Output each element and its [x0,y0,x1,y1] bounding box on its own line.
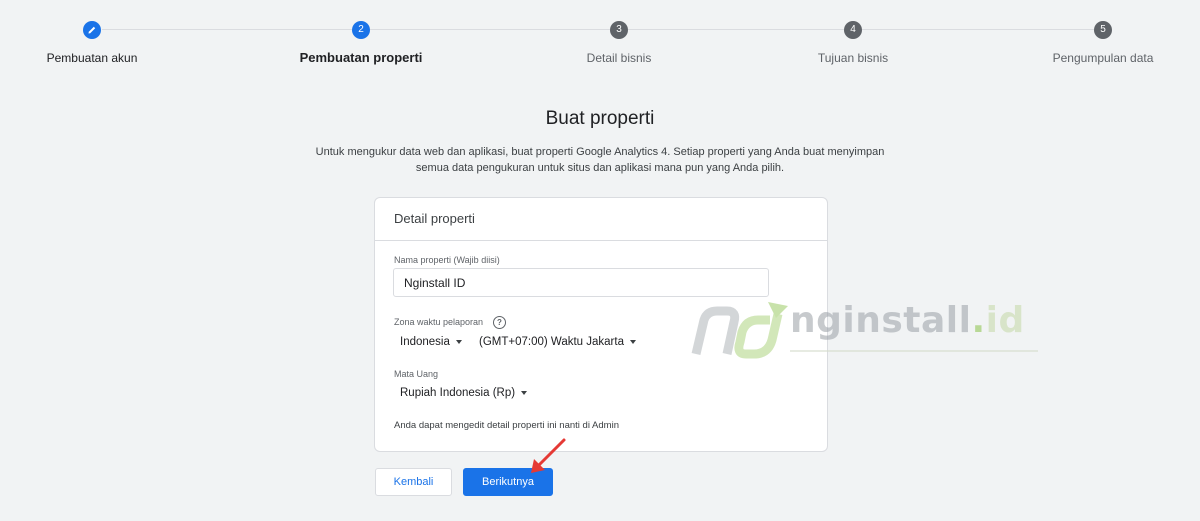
step-4-label: Tujuan bisnis [817,51,889,65]
watermark-underline [790,350,1038,352]
progress-stepper: Pembuatan akun 2 Pembuatan properti 3 De… [0,0,1200,80]
nginstall-logo-icon [691,302,788,359]
red-arrow-icon [531,438,566,473]
step-1-label[interactable]: Pembuatan akun [47,51,138,65]
watermark-text: nginstall.id [790,300,1025,341]
page-title: Buat properti [545,108,655,129]
watermark-id: id [985,300,1025,341]
caret-down-icon [521,391,528,395]
description-line-2: semua data pengukuran untuk situs dan ap… [415,162,785,174]
nginstall-watermark: nginstall.id [690,296,1040,364]
currency-label: Mata Uang [394,369,439,379]
timezone-label: Zona waktu pelaporan [394,317,484,327]
step-connector [628,29,844,30]
currency-select-value: Rupiah Indonesia (Rp) [400,387,516,399]
country-select[interactable]: Indonesia [400,336,462,348]
back-button[interactable]: Kembali [375,468,452,496]
page-description: Untuk mengukur data web dan aplikasi, bu… [290,144,910,176]
step-1-indicator[interactable] [83,21,101,39]
caret-down-icon [629,340,636,344]
caret-down-icon [455,340,462,344]
timezone-select-value: (GMT+07:00) Waktu Jakarta [479,336,624,348]
currency-select[interactable]: Rupiah Indonesia (Rp) [400,387,528,399]
step-connector [370,29,610,30]
step-5-indicator: 5 [1094,21,1112,39]
country-select-value: Indonesia [400,336,450,348]
watermark-dot: . [971,300,986,341]
step-2-label[interactable]: Pembuatan properti [300,50,423,65]
timezone-select[interactable]: (GMT+07:00) Waktu Jakarta [479,336,636,348]
description-line-1: Untuk mengukur data web dan aplikasi, bu… [315,146,885,158]
property-name-label: Nama properti (Wajib diisi) [394,255,500,265]
step-2-indicator[interactable]: 2 [352,21,370,39]
card-title: Detail properti [375,198,827,241]
step-connector [862,29,1094,30]
edit-later-hint: Anda dapat mengedit detail properti ini … [394,420,619,431]
pencil-icon [88,26,96,34]
step-5-label: Pengumpulan data [1052,51,1154,65]
watermark-main: nginstall [790,300,972,341]
step-4-indicator: 4 [844,21,862,39]
property-name-input[interactable] [393,268,769,297]
step-connector [102,29,352,30]
help-icon[interactable]: ? [493,316,506,329]
step-3-indicator: 3 [610,21,628,39]
step-3-label: Detail bisnis [586,51,652,65]
